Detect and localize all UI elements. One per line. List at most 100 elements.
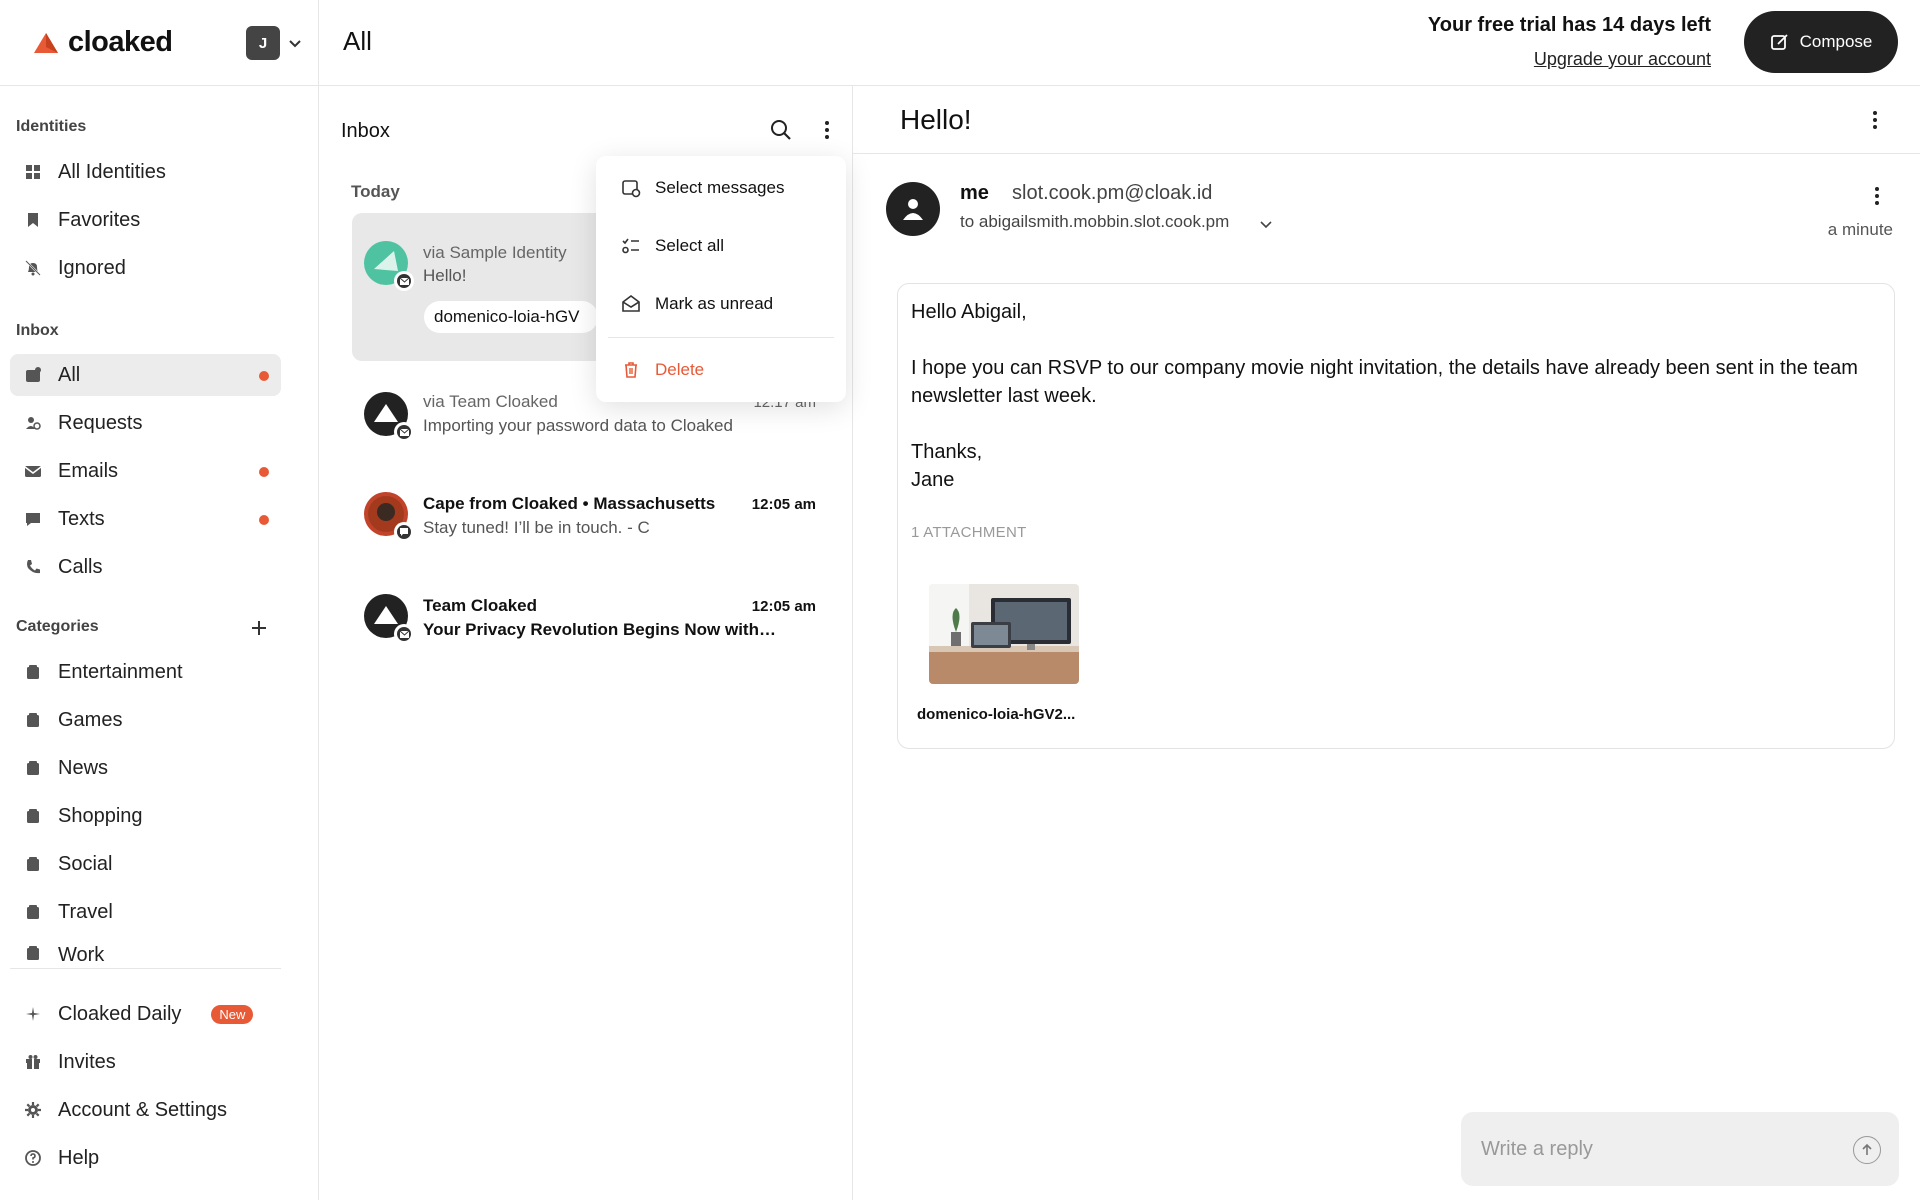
attachment-name[interactable]: domenico-loia-hGV2... (917, 706, 1075, 723)
sidebar-item-ignored[interactable]: Ignored (10, 247, 281, 289)
send-reply-button[interactable] (1853, 1136, 1881, 1164)
message-reader-pane: Hello! me slot.cook.pm@cloak.id to abiga… (853, 86, 1920, 1200)
grid-icon (12, 151, 54, 193)
message-item[interactable]: Cape from Cloaked • Massachusetts 12:05 … (352, 478, 828, 568)
sidebar-item-cloaked-daily[interactable]: Cloaked Daily New (10, 993, 281, 1035)
chevron-down-icon (289, 40, 301, 48)
folder-icon (12, 747, 54, 789)
sender-name: me (960, 182, 989, 204)
sidebar-item-shopping[interactable]: Shopping (10, 795, 281, 837)
more-options-icon[interactable] (815, 118, 839, 142)
sidebar-item-help[interactable]: Help (10, 1137, 281, 1179)
sidebar-item-requests[interactable]: Requests (10, 402, 281, 444)
unread-dot (259, 467, 269, 477)
menu-item-select-all[interactable]: Select all (596, 221, 846, 271)
folder-icon (12, 843, 54, 885)
sidebar-item-texts[interactable]: Texts (10, 498, 281, 540)
sidebar-item-label: Calls (58, 555, 103, 578)
top-bar: cloaked J All Your free trial has 14 day… (0, 0, 1920, 86)
categories-section-title: Categories (16, 618, 99, 635)
folder-icon (12, 891, 54, 933)
message-subject: Importing your password data to Cloaked (423, 416, 733, 435)
menu-item-label: Select messages (655, 178, 785, 197)
sidebar-item-news[interactable]: News (10, 747, 281, 789)
sidebar-item-work[interactable]: Work (10, 939, 281, 969)
sidebar-item-label: Requests (58, 411, 143, 434)
inbox-icon (12, 354, 54, 396)
brand-name: cloaked (68, 26, 173, 58)
identities-section-title: Identities (16, 118, 87, 135)
sidebar-item-invites[interactable]: Invites (10, 1041, 281, 1083)
envelope-open-icon (622, 295, 640, 312)
sidebar-item-label: Cloaked Daily (58, 1002, 182, 1025)
reply-input[interactable] (1481, 1134, 1841, 1164)
message-sender: via Team Cloaked (423, 392, 558, 411)
compose-icon (1770, 34, 1788, 50)
body-greeting: Hello Abigail, (911, 301, 1027, 323)
more-options-icon[interactable] (1863, 108, 1887, 132)
compose-button[interactable]: Compose (1744, 11, 1898, 73)
attachment-chip[interactable]: domenico-loia-hGV (424, 301, 598, 333)
message-subject: Stay tuned! I’ll be in touch. - C (423, 518, 650, 537)
menu-item-label: Mark as unread (655, 294, 774, 313)
group-label-today: Today (351, 182, 400, 201)
sidebar-item-label: Social (58, 852, 113, 875)
menu-item-delete[interactable]: Delete (596, 345, 846, 395)
chevron-down-icon[interactable] (1258, 216, 1274, 232)
more-options-icon[interactable] (1865, 184, 1889, 208)
sparkle-icon (12, 993, 54, 1035)
sidebar-item-emails[interactable]: Emails (10, 450, 281, 492)
sidebar-item-calls[interactable]: Calls (10, 546, 281, 588)
sidebar-item-account-settings[interactable]: Account & Settings (10, 1089, 281, 1131)
text-badge-icon (394, 522, 414, 542)
sidebar-item-label: Account & Settings (58, 1098, 227, 1121)
body-signature: Jane (911, 469, 955, 491)
sender-email: slot.cook.pm@cloak.id (1012, 182, 1213, 204)
account-switcher[interactable]: J (246, 26, 302, 60)
attachment-thumbnail[interactable] (929, 584, 1079, 684)
menu-item-select-messages[interactable]: Select messages (596, 163, 846, 213)
email-badge-icon (394, 422, 414, 442)
upgrade-account-link[interactable]: Upgrade your account (1534, 49, 1711, 70)
chat-icon (12, 498, 54, 540)
cloaked-logo-icon (34, 32, 58, 53)
menu-item-mark-unread[interactable]: Mark as unread (596, 279, 846, 329)
add-category-icon[interactable] (248, 617, 270, 639)
message-subject: Your Privacy Revolution Begins Now with… (423, 620, 776, 639)
message-title: Hello! (900, 104, 972, 135)
requests-icon (12, 402, 54, 444)
email-badge-icon (394, 624, 414, 644)
message-body-card: Hello Abigail, I hope you can RSVP to ou… (897, 283, 1895, 749)
sidebar-item-entertainment[interactable]: Entertainment (10, 651, 281, 693)
sidebar-item-label: All (58, 363, 81, 386)
sidebar-item-label: All Identities (58, 160, 166, 183)
cloaked-logo[interactable]: cloaked (32, 26, 173, 59)
reader-header: Hello! (853, 86, 1920, 154)
message-item[interactable]: Team Cloaked 12:05 am Your Privacy Revol… (352, 580, 828, 670)
message-sender: Team Cloaked (423, 596, 538, 615)
message-time: 12:05 am (751, 496, 816, 513)
folder-icon (12, 944, 54, 969)
sidebar-item-label: Emails (58, 459, 119, 482)
sidebar-item-games[interactable]: Games (10, 699, 281, 741)
mail-icon (12, 450, 54, 492)
phone-icon (12, 546, 54, 588)
sidebar-item-travel[interactable]: Travel (10, 891, 281, 933)
sidebar-item-all-identities[interactable]: All Identities (10, 151, 281, 193)
page-title: All (343, 26, 372, 56)
sender-avatar (886, 182, 940, 236)
search-icon[interactable] (769, 118, 793, 142)
new-badge: New (211, 1004, 254, 1024)
sidebar-item-label: Shopping (58, 804, 143, 827)
inbox-title: Inbox (341, 120, 390, 142)
sidebar-item-all[interactable]: All (10, 354, 281, 396)
message-time: a minute (1827, 220, 1893, 239)
trash-icon (625, 362, 637, 378)
message-time: 12:05 am (751, 598, 816, 615)
sidebar-item-social[interactable]: Social (10, 843, 281, 885)
user-icon (903, 199, 923, 220)
sidebar-item-label: Texts (58, 507, 105, 530)
divider (10, 968, 281, 969)
unread-dot (259, 515, 269, 525)
sidebar-item-favorites[interactable]: Favorites (10, 199, 281, 241)
